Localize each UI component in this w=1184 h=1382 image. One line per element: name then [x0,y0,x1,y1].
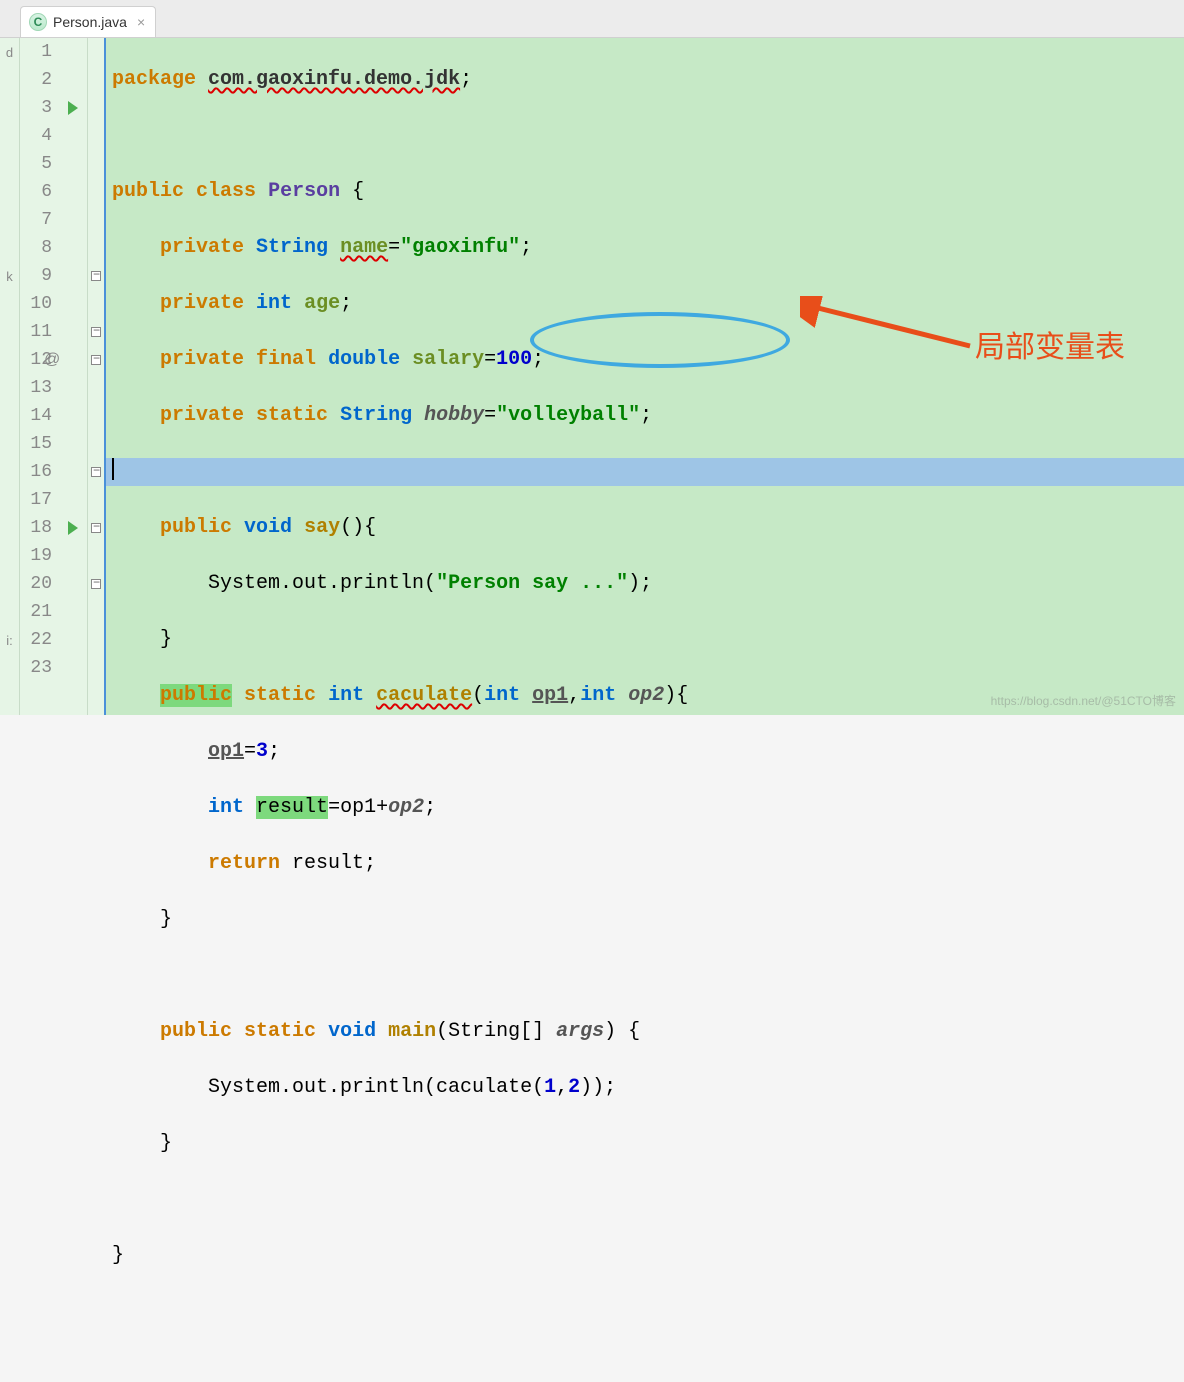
tab-filename: Person.java [53,14,127,30]
line-number: 10 [20,290,52,318]
code-area[interactable]: package com.gaoxinfu.demo.jdk; public cl… [106,38,1184,715]
left-margin: d k i: [0,38,20,715]
code-line[interactable]: private String name="gaoxinfu"; [112,234,1184,262]
close-icon[interactable]: × [137,14,145,30]
tab-bar: C Person.java × [0,0,1184,38]
line-number: 20 [20,570,52,598]
code-line[interactable]: public void say(){ [112,514,1184,542]
code-line[interactable]: } [112,1130,1184,1158]
fold-toggle-icon[interactable] [88,570,104,598]
line-number: 1 [20,38,52,66]
fold-toggle-icon[interactable] [88,458,104,486]
line-number: 18 [20,514,52,542]
code-line[interactable]: } [112,626,1184,654]
line-number: 15 [20,430,52,458]
line-number: 17 [20,486,52,514]
text-caret [112,458,114,480]
code-line[interactable]: public static int caculate(int op1,int o… [112,682,1184,710]
line-number: 5 [20,150,52,178]
line-number: 3 [20,94,52,122]
line-number: 9 [20,262,52,290]
code-line[interactable]: private int age; [112,290,1184,318]
code-line[interactable] [112,122,1184,150]
line-number: 23 [20,654,52,682]
line-number: 19 [20,542,52,570]
line-number: 22 [20,626,52,654]
code-line[interactable]: } [112,1242,1184,1270]
fold-toggle-icon[interactable] [88,262,104,290]
fold-toggle-icon[interactable] [88,346,104,374]
code-line[interactable]: op1=3; [112,738,1184,766]
override-gutter-icon[interactable]: @ [58,346,87,374]
code-line[interactable]: public static void main(String[] args) { [112,1018,1184,1046]
line-number: 16 [20,458,52,486]
run-gutter-icon[interactable] [58,94,87,122]
line-number: 21 [20,598,52,626]
code-line[interactable] [112,1186,1184,1214]
code-line-cursor[interactable] [106,458,1184,486]
fold-toggle-icon[interactable] [88,514,104,542]
line-number: 7 [20,206,52,234]
line-number: 8 [20,234,52,262]
code-line[interactable]: return result; [112,850,1184,878]
code-line[interactable]: System.out.println(caculate(1,2)); [112,1074,1184,1102]
editor-tab[interactable]: C Person.java × [20,6,156,37]
margin-marker: d [0,38,19,66]
code-line[interactable]: private static String hobby="volleyball"… [112,402,1184,430]
line-number-gutter: 1 2 3 4 5 6 7 8 9 10 11 12 13 14 15 16 1… [20,38,58,715]
line-number: 11 [20,318,52,346]
line-number: 13 [20,374,52,402]
java-class-icon: C [29,13,47,31]
gutter-icons: @ [58,38,88,715]
line-number: 6 [20,178,52,206]
code-line[interactable]: } [112,906,1184,934]
code-line[interactable]: int result=op1+op2; [112,794,1184,822]
margin-marker: k [0,262,19,290]
code-line[interactable]: package com.gaoxinfu.demo.jdk; [112,66,1184,94]
run-gutter-icon[interactable] [58,514,87,542]
code-line[interactable]: private final double salary=100; [112,346,1184,374]
code-line[interactable]: public class Person { [112,178,1184,206]
fold-toggle-icon[interactable] [88,318,104,346]
code-line[interactable]: System.out.println("Person say ..."); [112,570,1184,598]
line-number: 14 [20,402,52,430]
line-number: 4 [20,122,52,150]
code-line[interactable] [112,1298,1184,1326]
line-number: 2 [20,66,52,94]
fold-column [88,38,106,715]
margin-marker: i: [0,626,19,654]
code-line[interactable] [112,962,1184,990]
code-editor: d k i: 1 2 3 4 5 6 7 8 9 10 11 12 13 14 … [0,38,1184,715]
